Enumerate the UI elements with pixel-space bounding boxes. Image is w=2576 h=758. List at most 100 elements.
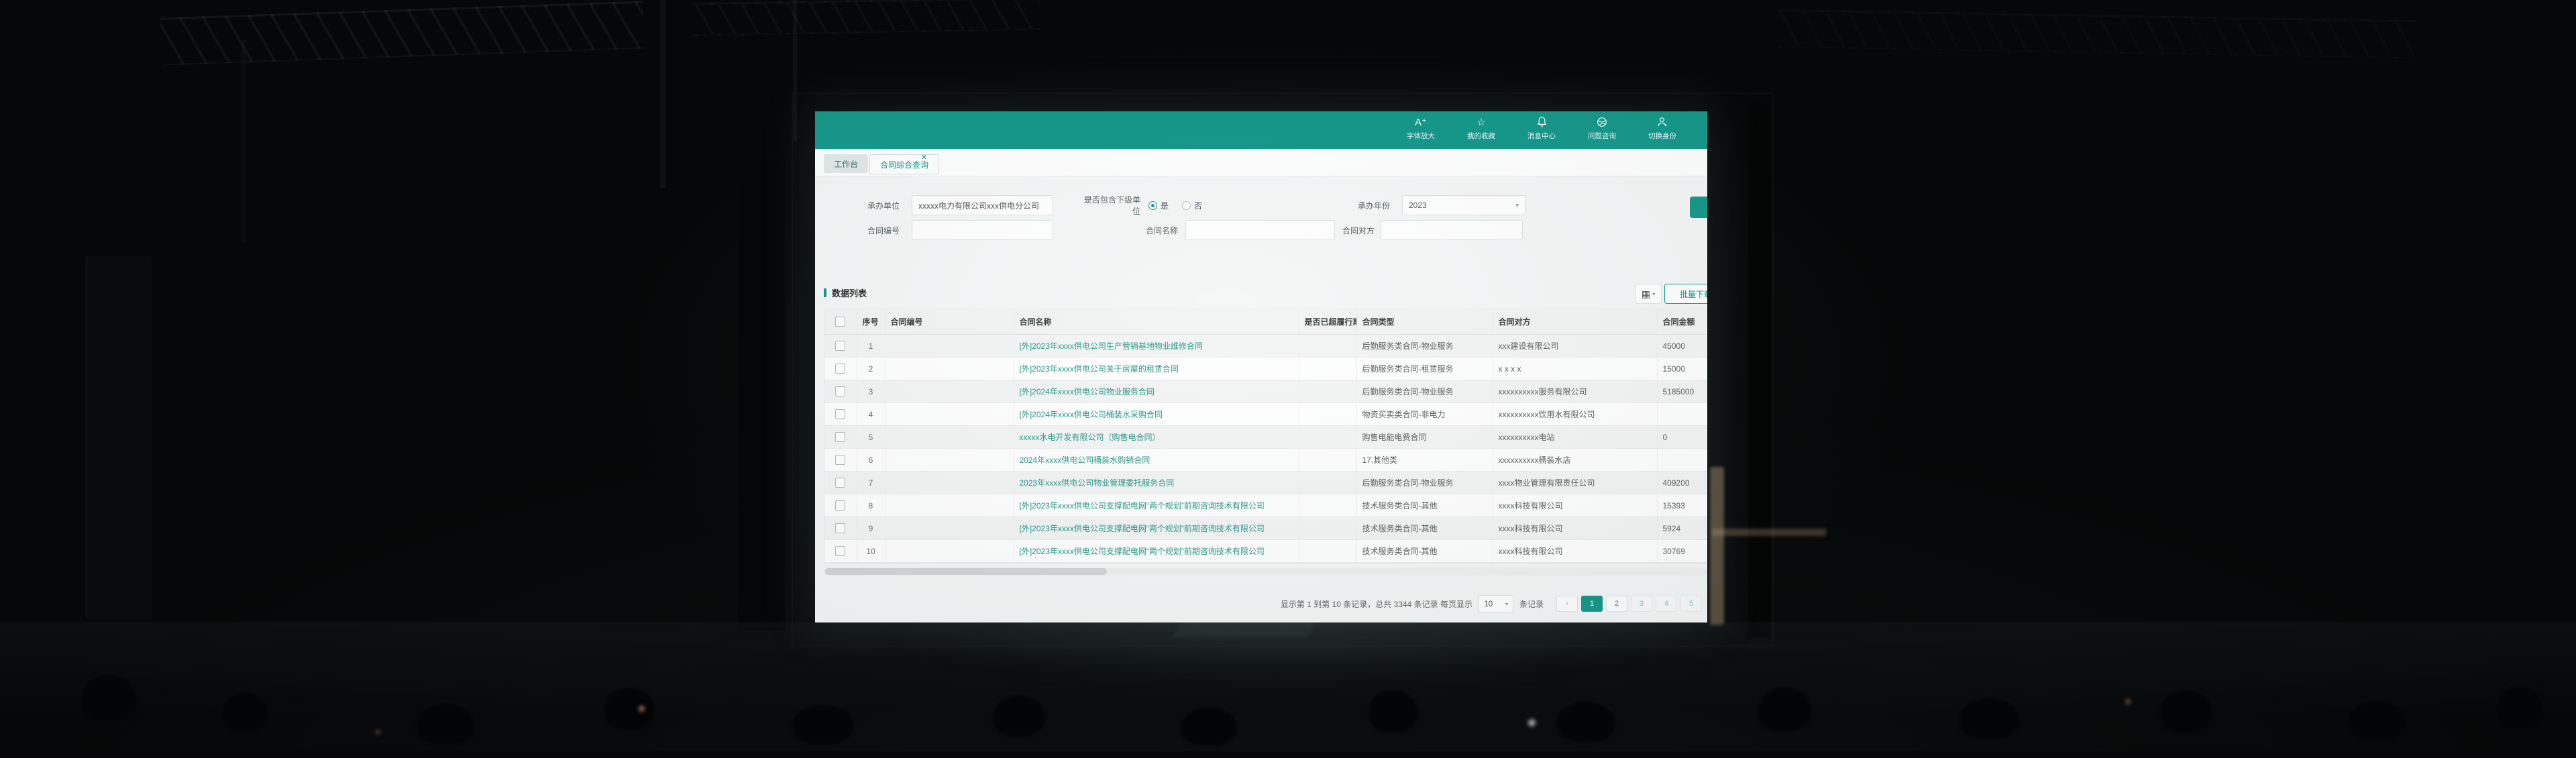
- row-checkbox[interactable]: [835, 478, 845, 488]
- audience-head: [1181, 707, 1237, 746]
- col-overdue: 是否已超履行期: [1299, 309, 1356, 335]
- contract-name-cell: [外]2023年xxxx供电公司支撑配电网“两个规划”前期咨询技术有限公司: [1014, 494, 1299, 517]
- contract-name-link[interactable]: [外]2023年xxxx供电公司关于房屋的租赁合同: [1020, 364, 1179, 374]
- row-index-cell: 8: [857, 494, 885, 517]
- undertaking-year-value: 2023: [1409, 201, 1427, 210]
- previous-page-button[interactable]: ‹: [1556, 596, 1578, 612]
- font-size-button[interactable]: A⁺ 字体放大: [1400, 115, 1442, 141]
- favorites-button[interactable]: ☆ 我的收藏: [1460, 115, 1502, 141]
- contract-name-cell: 2023年xxxx供电公司物业管理委托服务合同: [1014, 472, 1299, 494]
- row-select-cell: [824, 426, 857, 449]
- overdue-cell: [1299, 426, 1356, 449]
- contract-code-cell: [885, 358, 1014, 380]
- table-row: 8[外]2023年xxxx供电公司支撑配电网“两个规划”前期咨询技术有限公司技术…: [824, 494, 1707, 517]
- contract-name-link[interactable]: [外]2024年xxxx供电公司物业服务合同: [1020, 387, 1155, 396]
- truss-post: [241, 40, 246, 241]
- row-checkbox[interactable]: [835, 432, 845, 442]
- data-table: 序号 合同编号 合同名称 是否已超履行期 合同类型 合同对方 合同金额 1[外]…: [824, 309, 1707, 563]
- row-checkbox[interactable]: [835, 455, 845, 465]
- table-row: 9[外]2023年xxxx供电公司支撑配电网“两个规划”前期咨询技术有限公司技术…: [824, 517, 1707, 540]
- batch-download-button[interactable]: 批量下载: [1664, 284, 1707, 304]
- contract-name-link[interactable]: [外]2023年xxxx供电公司生产营销基地物业维修合同: [1020, 341, 1203, 351]
- row-checkbox[interactable]: [835, 386, 845, 396]
- field-contract-party: 合同对方: [1342, 220, 1523, 240]
- query-button[interactable]: [1690, 197, 1707, 218]
- contract-party-cell: xxxxxxxxxx桶装水店: [1493, 449, 1657, 472]
- tab-contract-query[interactable]: 合同综合查询: [869, 154, 939, 174]
- overdue-cell: [1299, 540, 1356, 563]
- contract-type-cell: 后勤服务类合同-物业服务: [1356, 380, 1493, 403]
- audience-head: [2348, 700, 2406, 741]
- row-checkbox[interactable]: [835, 500, 845, 510]
- feedback-icon: [1597, 115, 1607, 129]
- contract-name-link[interactable]: 2024年xxxx供电公司桶装水购销合同: [1020, 455, 1150, 465]
- col-contract-type: 合同类型: [1356, 309, 1493, 335]
- record-summary-suffix: 条记录: [1519, 598, 1544, 610]
- table-row: 4[外]2024年xxxx供电公司桶装水采购合同物资买卖类合同-非电力xxxxx…: [824, 403, 1707, 426]
- select-all-checkbox[interactable]: [835, 317, 845, 327]
- audience-head: [80, 675, 137, 722]
- row-select-cell: [824, 494, 857, 517]
- overdue-cell: [1299, 494, 1356, 517]
- field-contract-code: 合同编号: [865, 220, 1053, 240]
- switch-identity-button[interactable]: 切换身份: [1642, 115, 1683, 141]
- app-header-bar: A⁺ 字体放大 ☆ 我的收藏 消息中心 问题咨询: [815, 111, 1707, 149]
- table-row: 5xxxxx水电开发有限公司（购售电合同）购售电能电费合同xxxxxxxxxx电…: [824, 426, 1707, 449]
- record-summary: 显示第 1 到第 10 条记录，总共 3344 条记录 每页显示: [1281, 598, 1472, 610]
- page-size-select[interactable]: 10 ▾: [1479, 595, 1513, 612]
- radio-yes-label: 是: [1161, 200, 1169, 211]
- feedback-button[interactable]: 问题咨询: [1581, 115, 1623, 141]
- contract-name-link[interactable]: xxxxx水电开发有限公司（购售电合同）: [1020, 433, 1161, 442]
- audience-head: [604, 687, 655, 730]
- tab-workbench[interactable]: 工作台: [824, 154, 868, 173]
- row-checkbox[interactable]: [835, 364, 845, 374]
- field-include-sub-units: 是否包含下级单位 是 否: [1080, 195, 1202, 215]
- page-button-3[interactable]: 3: [1631, 596, 1652, 612]
- contract-party-cell: xxxxxxxxxx服务有限公司: [1493, 380, 1657, 403]
- contract-name-link[interactable]: [外]2023年xxxx供电公司支撑配电网“两个规划”前期咨询技术有限公司: [1020, 547, 1265, 556]
- col-index: 序号: [857, 309, 885, 335]
- page-button-4[interactable]: 4: [1656, 596, 1677, 612]
- tab-close-icon[interactable]: ✕: [921, 153, 927, 162]
- row-checkbox[interactable]: [835, 546, 845, 556]
- field-contract-name: 合同名称: [1146, 220, 1335, 240]
- stand-pole-silhouette: [1748, 101, 1771, 637]
- messages-button[interactable]: 消息中心: [1521, 115, 1562, 141]
- col-contract-name: 合同名称: [1014, 309, 1299, 335]
- contract-code-cell: [885, 380, 1014, 403]
- contract-code-cell: [885, 494, 1014, 517]
- stage-pillar-silhouette: [738, 161, 785, 631]
- table-row: 62024年xxxx供电公司桶装水购销合同17.其他类xxxxxxxxxx桶装水…: [824, 449, 1707, 472]
- chevron-down-icon: ▾: [1515, 202, 1519, 209]
- columns-toggle-button[interactable]: ▦ ▾: [1635, 284, 1662, 304]
- row-checkbox[interactable]: [835, 523, 845, 533]
- audience-head: [993, 695, 1045, 737]
- row-checkbox[interactable]: [835, 409, 845, 419]
- radio-yes[interactable]: 是: [1148, 200, 1169, 211]
- audience-head: [2496, 686, 2542, 730]
- horizontal-scrollbar-thumb[interactable]: [825, 568, 1107, 575]
- page-button-5[interactable]: 5: [1680, 596, 1702, 612]
- font-size-icon: A⁺: [1415, 115, 1427, 129]
- undertaking-unit-input[interactable]: xxxxx电力有限公司xxx供电分公司: [912, 195, 1053, 215]
- contract-name-link[interactable]: [外]2024年xxxx供电公司桶装水采购合同: [1020, 410, 1163, 419]
- page-button-2[interactable]: 2: [1606, 596, 1627, 612]
- contract-name-link[interactable]: [外]2023年xxxx供电公司支撑配电网“两个规划”前期咨询技术有限公司: [1020, 524, 1265, 533]
- contract-name-link[interactable]: 2023年xxxx供电公司物业管理委托服务合同: [1020, 478, 1175, 488]
- contract-name-label: 合同名称: [1146, 225, 1178, 236]
- contract-name-input[interactable]: [1185, 220, 1335, 240]
- contract-amount-cell: 0: [1657, 426, 1707, 449]
- contract-code-input[interactable]: [912, 220, 1053, 240]
- contract-name-link[interactable]: [外]2023年xxxx供电公司支撑配电网“两个规划”前期咨询技术有限公司: [1020, 501, 1265, 510]
- radio-no[interactable]: 否: [1182, 200, 1202, 211]
- page-button-1[interactable]: 1: [1581, 596, 1603, 612]
- row-index-cell: 3: [857, 380, 885, 403]
- contract-party-input[interactable]: [1381, 220, 1523, 240]
- audience-head: [221, 692, 268, 733]
- undertaking-year-select[interactable]: 2023 ▾: [1402, 195, 1525, 215]
- row-select-cell: [824, 472, 857, 494]
- contract-name-cell: 2024年xxxx供电公司桶装水购销合同: [1014, 449, 1299, 472]
- row-checkbox[interactable]: [835, 341, 845, 351]
- contract-code-cell: [885, 335, 1014, 358]
- section-marker: [824, 288, 826, 297]
